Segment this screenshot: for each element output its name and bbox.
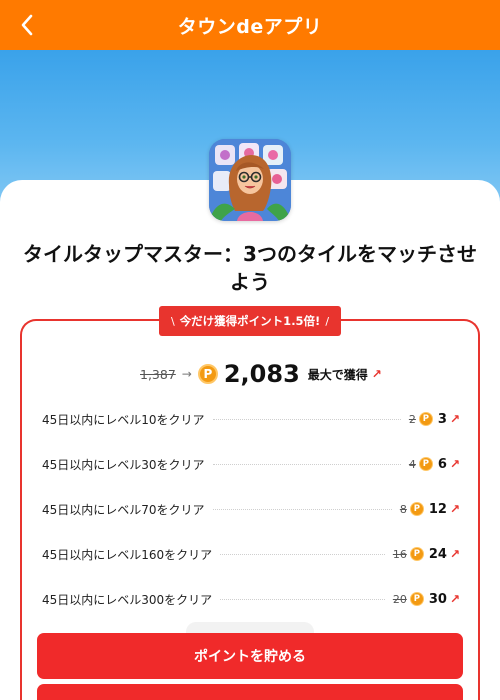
earn-points-button[interactable]: ポイントを貯める	[37, 633, 463, 679]
task-new-points: 6	[437, 456, 447, 472]
app-icon	[209, 139, 291, 221]
app-title: タイルタップマスター：3つのタイルをマッチさせよう	[23, 242, 477, 294]
arrow-up-right-icon: ↗	[449, 412, 460, 426]
task-points: 16 P 24 ↗	[393, 547, 460, 562]
sparkle-left-icon: \	[170, 314, 175, 328]
task-new-points: 30	[428, 591, 447, 607]
task-label: 45日以内にレベル160をクリア	[42, 547, 213, 562]
promo-badge: \ 今だけ獲得ポイント1.5倍! /	[159, 306, 341, 336]
arrow-up-right-icon: ↗	[371, 367, 382, 381]
arrow-up-right-icon: ↗	[449, 592, 460, 606]
dotted-leader	[212, 508, 392, 510]
task-row[interactable]: 45日以内にレベル70をクリア 8 P 12 ↗	[42, 499, 460, 519]
point-coin-icon: P	[409, 592, 424, 606]
task-points: 2 P 3 ↗	[409, 412, 460, 427]
back-button[interactable]	[14, 12, 40, 38]
task-old-points: 8	[399, 502, 407, 516]
task-points: 8 P 12 ↗	[400, 502, 460, 517]
point-coin-icon: P	[409, 547, 424, 561]
task-old-points: 2	[408, 412, 416, 426]
task-old-points: 4	[408, 457, 416, 471]
task-new-points: 12	[428, 501, 447, 517]
task-label: 45日以内にレベル10をクリア	[42, 412, 205, 427]
task-points: 4 P 6 ↗	[409, 457, 460, 472]
page-title: タウンdeアプリ	[177, 15, 323, 38]
task-points: 20 P 30 ↗	[393, 592, 460, 607]
arrow-up-right-icon: ↗	[449, 547, 460, 561]
chevron-left-icon	[21, 14, 33, 36]
task-row[interactable]: 45日以内にレベル160をクリア 16 P 24 ↗	[42, 544, 460, 564]
new-total-points: 2,083	[223, 360, 300, 388]
task-new-points: 3	[437, 411, 447, 427]
task-old-points: 16	[392, 547, 407, 561]
task-label: 45日以内にレベル30をクリア	[42, 457, 205, 472]
task-label: 45日以内にレベル70をクリア	[42, 502, 205, 517]
task-new-points: 24	[428, 546, 447, 562]
point-coin-icon: P	[409, 502, 424, 516]
dotted-leader	[220, 598, 385, 600]
dotted-leader	[220, 553, 385, 555]
task-row[interactable]: 45日以内にレベル10をクリア 2 P 3 ↗	[42, 409, 460, 429]
top-bar: タウンdeアプリ	[0, 0, 500, 50]
arrow-right-icon: →	[181, 367, 192, 381]
sparkle-right-icon: /	[325, 314, 330, 328]
arrow-up-right-icon: ↗	[449, 457, 460, 471]
secondary-button[interactable]	[37, 684, 463, 700]
max-earn-label: 最大で獲得	[307, 367, 368, 382]
points-summary[interactable]: 1,387 → P 2,083 最大で獲得 ↗	[140, 358, 382, 390]
dotted-leader	[212, 418, 401, 420]
point-coin-icon: P	[418, 412, 433, 426]
point-coin-icon: P	[418, 457, 433, 471]
task-old-points: 20	[392, 592, 407, 606]
task-label: 45日以内にレベル300をクリア	[42, 592, 213, 607]
point-coin-icon: P	[197, 364, 218, 384]
dotted-leader	[212, 463, 401, 465]
old-total-points: 1,387	[140, 366, 176, 382]
promo-badge-label: 今だけ獲得ポイント1.5倍!	[179, 314, 321, 328]
task-row[interactable]: 45日以内にレベル30をクリア 4 P 6 ↗	[42, 454, 460, 474]
task-row[interactable]: 45日以内にレベル300をクリア 20 P 30 ↗	[42, 589, 460, 609]
arrow-up-right-icon: ↗	[449, 502, 460, 516]
